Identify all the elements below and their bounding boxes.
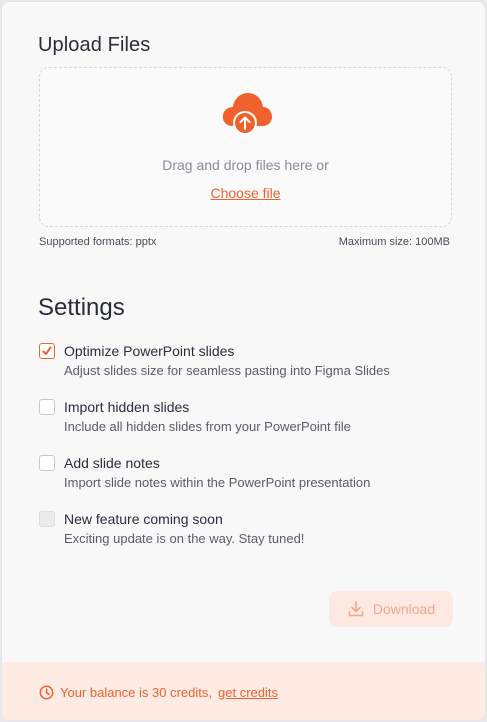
upload-title: Upload Files — [38, 34, 151, 56]
option-description: Include all hidden slides from your Powe… — [64, 419, 351, 434]
import-hidden-slides-checkbox[interactable] — [39, 399, 55, 415]
cloud-upload-icon — [222, 93, 272, 135]
option-title: Add slide notes — [64, 455, 160, 471]
drag-drop-text: Drag and drop files here or — [162, 157, 329, 173]
clock-icon — [39, 685, 54, 700]
option-description: Import slide notes within the PowerPoint… — [64, 475, 371, 490]
option-description: Adjust slides size for seamless pasting … — [64, 363, 390, 378]
download-icon — [348, 601, 364, 617]
optimize-slides-checkbox[interactable] — [39, 343, 55, 359]
option-title: Import hidden slides — [64, 399, 190, 415]
get-credits-link[interactable]: get credits — [218, 685, 278, 700]
settings-title: Settings — [38, 294, 125, 321]
balance-text: Your balance is 30 credits, — [60, 685, 213, 700]
credits-footer: Your balance is 30 credits, get credits — [2, 662, 485, 720]
choose-file-link[interactable]: Choose file — [210, 185, 280, 201]
new-feature-checkbox — [39, 511, 55, 527]
supported-formats: Supported formats: pptx — [39, 236, 157, 248]
option-title: New feature coming soon — [64, 511, 223, 527]
check-icon — [42, 346, 52, 355]
file-dropzone[interactable]: Drag and drop files here or Choose file — [39, 67, 452, 227]
download-button[interactable]: Download — [329, 591, 453, 627]
import-panel: Upload Files Drag and drop files here or… — [1, 1, 486, 721]
download-label: Download — [372, 601, 436, 617]
add-slide-notes-checkbox[interactable] — [39, 455, 55, 471]
option-description: Exciting update is on the way. Stay tune… — [64, 531, 305, 546]
option-title: Optimize PowerPoint slides — [64, 343, 235, 359]
maximum-size: Maximum size: 100MB — [338, 236, 450, 248]
